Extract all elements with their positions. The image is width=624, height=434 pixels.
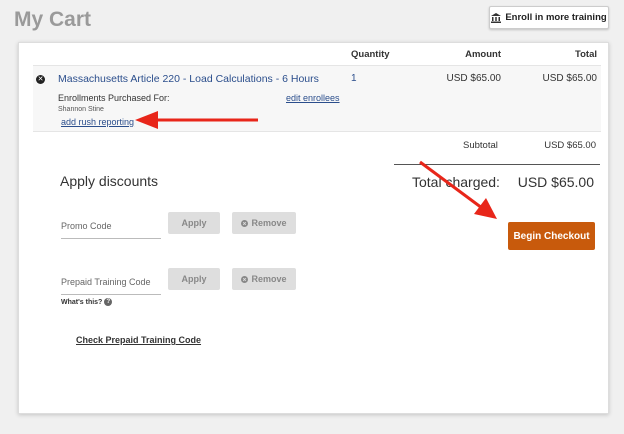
apply-promo-button[interactable]: Apply [168,212,220,234]
subtotal-value: USD $65.00 [544,140,596,151]
enrollments-label: Enrollments Purchased For: [58,93,170,103]
subtotal-label: Subtotal [463,140,498,151]
column-total: Total [575,49,597,60]
begin-checkout-button[interactable]: Begin Checkout [508,222,595,250]
item-quantity: 1 [351,73,357,84]
course-link[interactable]: Massachusetts Article 220 - Load Calcula… [58,73,319,85]
add-rush-reporting-link[interactable]: add rush reporting [61,117,134,127]
remove-label: Remove [251,274,287,284]
cart-card: Quantity Amount Total ✕ Massachusetts Ar… [18,42,609,414]
close-circle-icon [241,219,249,227]
enrollee-name: Shannon Stine [58,106,104,113]
item-amount: USD $65.00 [446,73,501,84]
whats-this-label: What's this? [61,298,103,306]
remove-item-icon[interactable]: ✕ [36,75,45,84]
remove-label: Remove [251,218,287,228]
total-charged-value: USD $65.00 [517,174,594,190]
building-icon [491,12,502,23]
edit-enrollees-link[interactable]: edit enrollees [286,93,340,103]
promo-code-input[interactable] [61,213,161,239]
total-divider [394,164,600,165]
enroll-more-training-button[interactable]: Enroll in more training [489,6,609,29]
whats-this-link[interactable]: What's this? ? [61,298,113,306]
remove-prepaid-button[interactable]: Remove [232,268,296,290]
close-circle-icon [241,275,249,283]
enroll-more-training-label: Enroll in more training [505,12,607,23]
prepaid-code-input[interactable] [61,269,161,295]
table-header: Quantity Amount Total [33,43,601,65]
apply-prepaid-button[interactable]: Apply [168,268,220,290]
column-amount: Amount [465,49,501,60]
item-total: USD $65.00 [542,73,597,84]
apply-discounts-heading: Apply discounts [60,173,159,189]
total-charged-label: Total charged: [412,174,500,190]
check-prepaid-link[interactable]: Check Prepaid Training Code [76,335,201,345]
page-title: My Cart [14,8,92,31]
column-quantity: Quantity [351,49,390,60]
question-icon: ? [104,298,113,306]
table-row: ✕ Massachusetts Article 220 - Load Calcu… [33,65,601,132]
remove-promo-button[interactable]: Remove [232,212,296,234]
